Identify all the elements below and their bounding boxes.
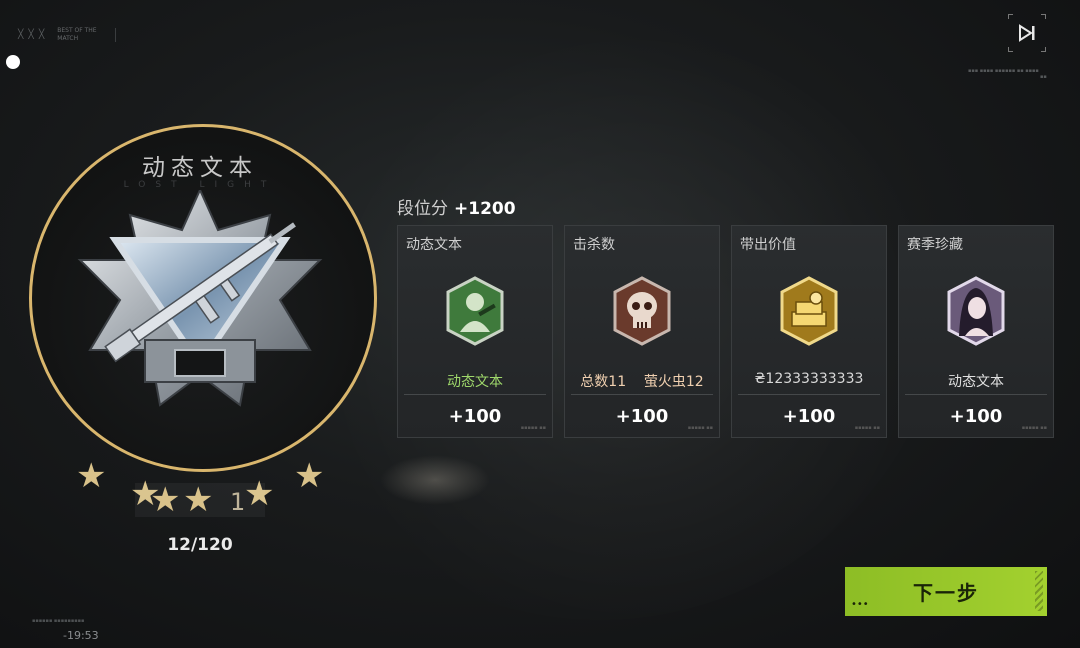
star-icon: ★	[183, 480, 214, 520]
dots-icon: •••	[851, 599, 869, 610]
decorative-text-line: ▪▪▪▪▪ ▪▪	[520, 425, 546, 431]
decorative-text-line: ▪▪▪▪▪▪ ▪▪▪▪▪▪▪▪▪	[32, 618, 85, 624]
corner-decor	[1041, 14, 1046, 19]
rank-score-label: 段位分	[397, 199, 448, 219]
rank-score: 段位分 +1200	[397, 194, 516, 219]
star-count: 1	[230, 488, 246, 516]
emblem-subtitle: LOST LIGHT	[123, 180, 277, 190]
card-points: +100	[949, 406, 1003, 427]
card-title: 击杀数	[573, 237, 615, 253]
rifle-emblem-icon	[77, 190, 323, 407]
card-title: 带出价值	[740, 237, 796, 253]
best-of-match-label: BEST OF THE MATCH	[57, 27, 97, 42]
decorative-text-line: ▪▪▪ ▪▪▪▪ ▪▪▪▪▪▪ ▪▪ ▪▪▪▪	[968, 68, 1039, 74]
next-step-label: 下一步	[913, 581, 979, 605]
corner-decor	[1008, 47, 1013, 52]
stripes-decor	[1035, 571, 1043, 611]
portrait-badge-icon	[947, 276, 1005, 346]
score-card-3: 带出价值 ₴12333333333 +100 ▪▪▪▪▪ ▪▪	[731, 225, 887, 438]
best-of-match-tag: ╳╳╳ BEST OF THE MATCH	[18, 27, 117, 43]
decorative-text-line: ▪▪▪▪▪ ▪▪	[687, 425, 713, 431]
divider	[905, 394, 1047, 395]
rank-score-value: +1200	[454, 199, 516, 219]
card-points: +100	[615, 406, 669, 427]
background-flare	[380, 455, 490, 505]
corner-decor	[1041, 47, 1046, 52]
card-value: 动态文本	[948, 374, 1004, 390]
decorative-text-line: ▪▪▪▪▪ ▪▪	[854, 425, 880, 431]
divider	[404, 394, 546, 395]
divider	[115, 28, 117, 42]
decorative-text-line: ▪▪	[1040, 74, 1047, 80]
card-points: +100	[448, 406, 502, 427]
corner-decor	[1008, 14, 1013, 19]
star-icon: ★	[150, 480, 181, 520]
divider	[571, 394, 713, 395]
skip-button[interactable]	[1008, 14, 1046, 52]
card-points: +100	[782, 406, 836, 427]
next-step-button[interactable]: 下一步 •••	[845, 567, 1047, 616]
star-count-plate: ★ ★	[135, 483, 265, 517]
card-value: 总数11 萤火虫12	[580, 374, 704, 390]
skip-forward-icon	[1019, 24, 1035, 42]
cursor-dot	[6, 55, 20, 69]
star-icon: ★	[76, 456, 107, 496]
decorative-marks: ╳╳╳	[18, 30, 50, 40]
card-title: 动态文本	[406, 237, 462, 253]
card-value: 动态文本	[447, 374, 503, 390]
star-icon: ★	[294, 456, 325, 496]
card-value: ₴12333333333	[754, 371, 864, 387]
gold-badge-icon	[780, 276, 838, 346]
card-title: 赛季珍藏	[907, 237, 963, 253]
divider	[738, 394, 880, 395]
decorative-text-line: ▪▪▪▪▪ ▪▪	[1021, 425, 1047, 431]
score-card-4: 赛季珍藏 动态文本 +100 ▪▪▪▪▪ ▪▪	[898, 225, 1054, 438]
rank-progress: 12/120	[167, 535, 233, 555]
score-card-1: 动态文本 动态文本 +100 ▪▪▪▪▪ ▪▪	[397, 225, 553, 438]
emblem-title: 动态文本	[142, 155, 258, 181]
timer: -19:53	[63, 629, 99, 642]
skull-badge-icon	[613, 276, 671, 346]
score-card-2: 击杀数 总数11 萤火虫12 +100 ▪▪▪▪▪ ▪▪	[564, 225, 720, 438]
soldier-badge-icon	[446, 276, 504, 346]
